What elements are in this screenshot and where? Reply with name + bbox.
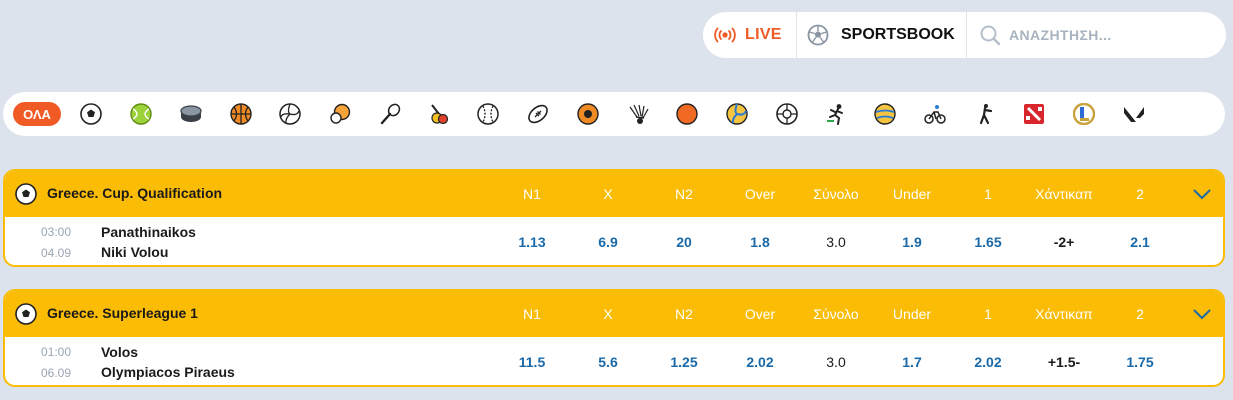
football-icon (15, 303, 37, 325)
handicap-value: +1.5- (1047, 354, 1081, 370)
match-row[interactable]: 01:00 06.09 Volos Olympiacos Piraeus 11.… (5, 337, 1223, 385)
column-header: N1 (523, 186, 541, 202)
odd-n2[interactable]: 1.25 (644, 354, 724, 370)
chevron-down-icon[interactable] (1191, 185, 1213, 203)
column-header: 2 (1136, 186, 1144, 202)
basketball-plain-icon[interactable] (676, 103, 698, 125)
search-icon (979, 24, 1001, 46)
sportsbook-button[interactable]: SPORTSBOOK (797, 12, 967, 58)
odd-handicap-1[interactable]: 1.65 (948, 234, 1028, 250)
search-placeholder: ΑΝΑΖΗΤΗΣΗ... (1009, 27, 1112, 43)
live-label: LIVE (745, 26, 782, 43)
sport-filter-bar: ΟΛΑ (3, 92, 1225, 136)
athletics-icon[interactable] (825, 103, 847, 125)
total-value: 3.0 (826, 234, 846, 250)
live-broadcast-icon (713, 26, 737, 44)
column-header: Χάντικαπ (1035, 306, 1093, 322)
away-team[interactable]: Olympiacos Piraeus (101, 364, 235, 380)
column-header: 2 (1136, 306, 1144, 322)
league-header[interactable]: Greece. Cup. Qualification N1 X N2 Over … (5, 171, 1223, 217)
football-icon (15, 183, 37, 205)
league-of-legends-icon[interactable] (1072, 102, 1096, 126)
away-team[interactable]: Niki Volou (101, 244, 168, 260)
handicap-value: -2+ (1053, 234, 1075, 250)
league-card: Greece. Cup. Qualification N1 X N2 Over … (3, 169, 1225, 267)
odd-handicap-2[interactable]: 2.1 (1100, 234, 1180, 250)
column-header: N2 (675, 306, 693, 322)
match-row[interactable]: 03:00 04.09 Panathinaikos Niki Volou 1.1… (5, 217, 1223, 265)
badminton-racket-icon[interactable] (379, 103, 401, 125)
column-header: Χάντικαπ (1035, 186, 1093, 202)
volleyball-icon[interactable] (279, 103, 301, 125)
column-header: Under (892, 186, 932, 202)
shuttlecock-icon[interactable] (627, 103, 649, 125)
match-date: 06.09 (41, 366, 72, 380)
dota-2-icon[interactable] (1023, 103, 1045, 125)
odd-n2[interactable]: 20 (644, 234, 724, 250)
odd-handicap-1[interactable]: 2.02 (948, 354, 1028, 370)
chevron-down-icon[interactable] (1191, 305, 1213, 323)
column-header: N1 (523, 306, 541, 322)
league-name: Greece. Superleague 1 (47, 305, 198, 321)
match-time: 01:00 (41, 345, 72, 359)
tennis-icon[interactable] (130, 103, 152, 125)
basketball-icon[interactable] (230, 103, 252, 125)
odd-over[interactable]: 2.02 (720, 354, 800, 370)
volleyball-alt-icon[interactable] (874, 103, 896, 125)
column-header: 1 (984, 186, 992, 202)
match-time: 03:00 (41, 225, 72, 239)
search-input[interactable]: ΑΝΑΖΗΤΗΣΗ... (967, 12, 1226, 58)
league-header[interactable]: Greece. Superleague 1 N1 X N2 Over Σύνολ… (5, 291, 1223, 337)
filter-all-button[interactable]: ΟΛΑ (13, 102, 61, 126)
cycling-icon[interactable] (924, 103, 946, 125)
column-header: X (603, 306, 613, 322)
sportsbook-ball-icon (807, 24, 829, 46)
total-value: 3.0 (826, 354, 846, 370)
counter-strike-icon[interactable] (974, 103, 996, 125)
odd-x[interactable]: 6.9 (568, 234, 648, 250)
column-header: 1 (984, 306, 992, 322)
table-tennis-icon[interactable] (329, 103, 351, 125)
odd-over[interactable]: 1.8 (720, 234, 800, 250)
column-header: Over (744, 186, 776, 202)
sportsbook-label: SPORTSBOOK (841, 26, 955, 43)
handball-icon[interactable] (577, 103, 599, 125)
league-name: Greece. Cup. Qualification (47, 185, 223, 201)
odd-n1[interactable]: 11.5 (492, 354, 572, 370)
baseball-icon[interactable] (477, 103, 499, 125)
column-header: Under (892, 306, 932, 322)
column-header: N2 (675, 186, 693, 202)
odd-under[interactable]: 1.9 (872, 234, 952, 250)
home-team[interactable]: Panathinaikos (101, 224, 196, 240)
column-header: X (603, 186, 613, 202)
match-date: 04.09 (41, 246, 72, 260)
league-card: Greece. Superleague 1 N1 X N2 Over Σύνολ… (3, 289, 1225, 387)
column-header: Over (744, 306, 776, 322)
odd-handicap-2[interactable]: 1.75 (1100, 354, 1180, 370)
live-button[interactable]: LIVE (703, 12, 797, 58)
futsal-icon[interactable] (776, 103, 798, 125)
valorant-icon[interactable] (1123, 103, 1145, 125)
ice-hockey-puck-icon[interactable] (180, 103, 202, 125)
top-navigation: LIVE SPORTSBOOK ΑΝΑΖΗΤΗΣΗ... (703, 12, 1226, 58)
football-icon[interactable] (80, 103, 102, 125)
odd-x[interactable]: 5.6 (568, 354, 648, 370)
odd-under[interactable]: 1.7 (872, 354, 952, 370)
american-football-icon[interactable] (527, 103, 549, 125)
column-header: Σύνολο (813, 306, 859, 322)
beach-volleyball-icon[interactable] (726, 103, 748, 125)
snooker-icon[interactable] (428, 103, 450, 125)
column-header: Σύνολο (813, 186, 859, 202)
home-team[interactable]: Volos (101, 344, 138, 360)
odd-n1[interactable]: 1.13 (492, 234, 572, 250)
